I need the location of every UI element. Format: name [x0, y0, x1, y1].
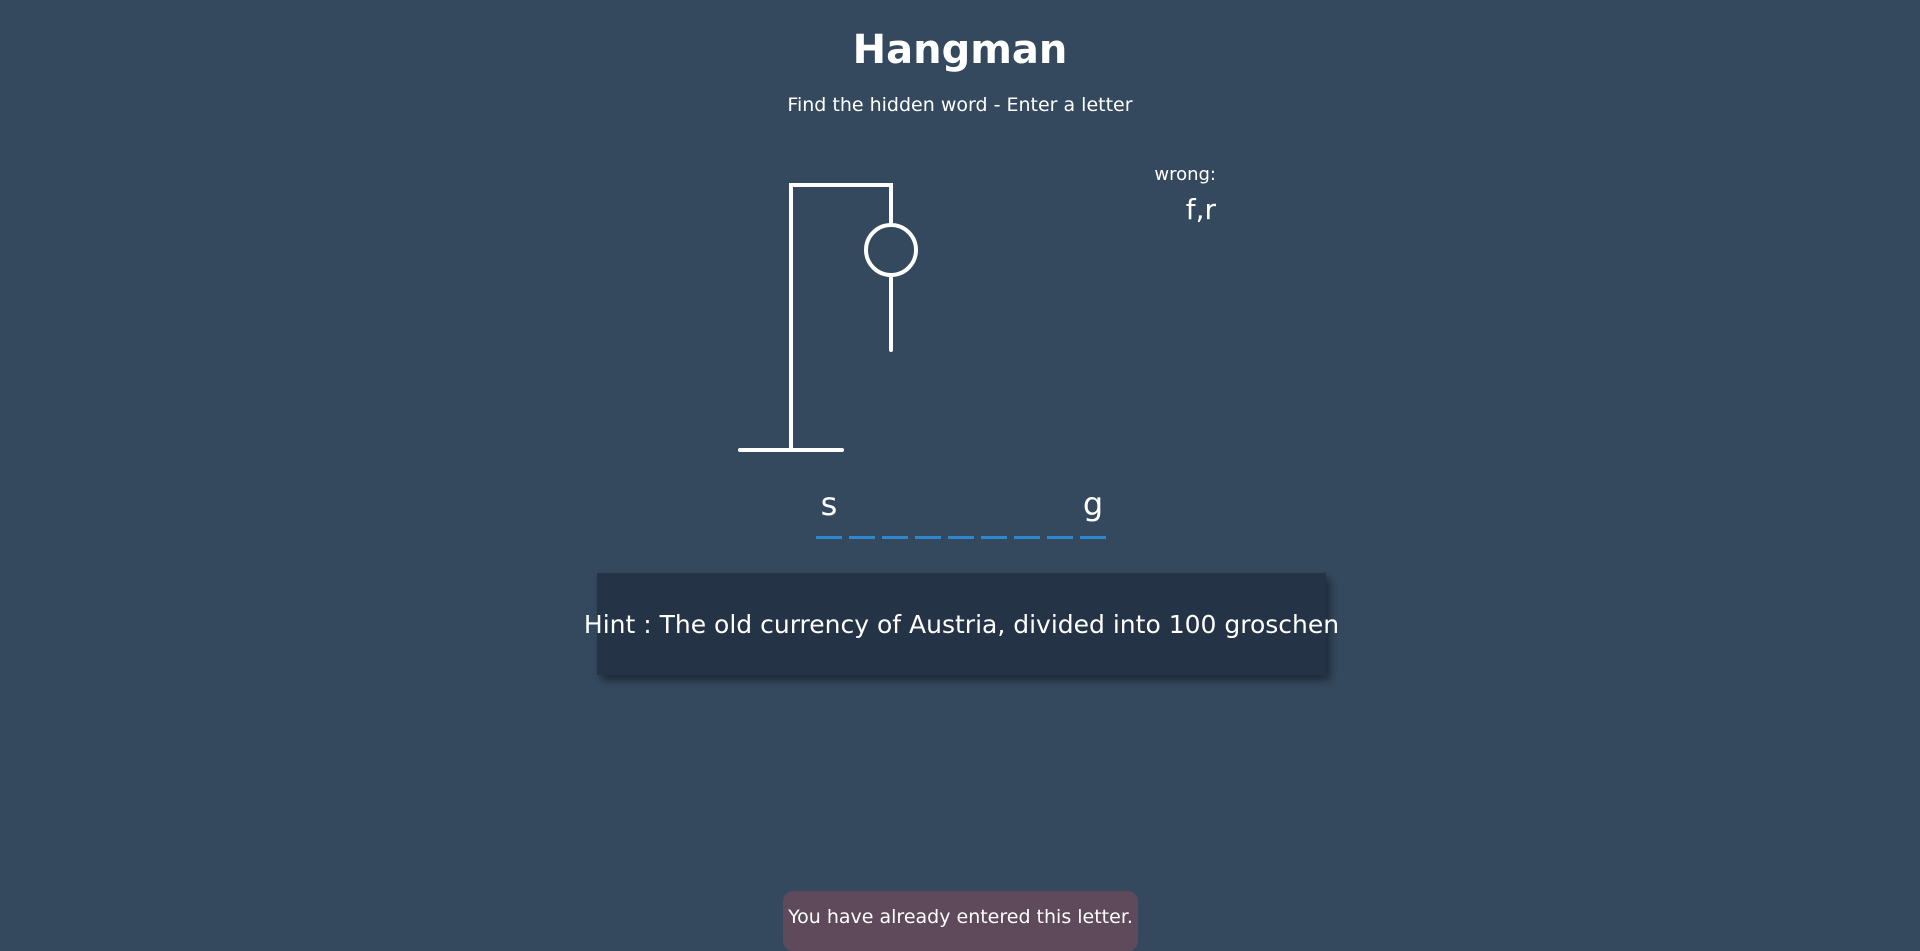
wrong-guesses: wrong: f,r — [1100, 162, 1216, 228]
page-subtitle: Find the hidden word - Enter a letter — [787, 94, 1133, 116]
hangman-head — [864, 223, 918, 277]
notification-text: You have already entered this letter. — [788, 906, 1133, 928]
letter-slot — [1014, 482, 1040, 539]
letter-slot — [1047, 482, 1073, 539]
wrong-label: wrong: — [1154, 164, 1216, 185]
letter-slot — [882, 482, 908, 539]
letter-slot — [981, 482, 1007, 539]
hint-box: Hint : The old currency of Austria, divi… — [584, 573, 1339, 675]
hangman-figure — [738, 183, 918, 452]
letter-slot: s — [816, 482, 842, 539]
notification-toast: You have already entered this letter. — [783, 891, 1138, 951]
wrong-letters: f,r — [1185, 193, 1216, 226]
letter-slot: g — [1080, 482, 1106, 539]
hidden-word: s g — [816, 482, 1106, 539]
letter-slot — [915, 482, 941, 539]
page-title: Hangman — [852, 27, 1068, 73]
letter-slot — [948, 482, 974, 539]
letter-slot — [849, 482, 875, 539]
hint-text: Hint : The old currency of Austria, divi… — [583, 609, 1340, 639]
